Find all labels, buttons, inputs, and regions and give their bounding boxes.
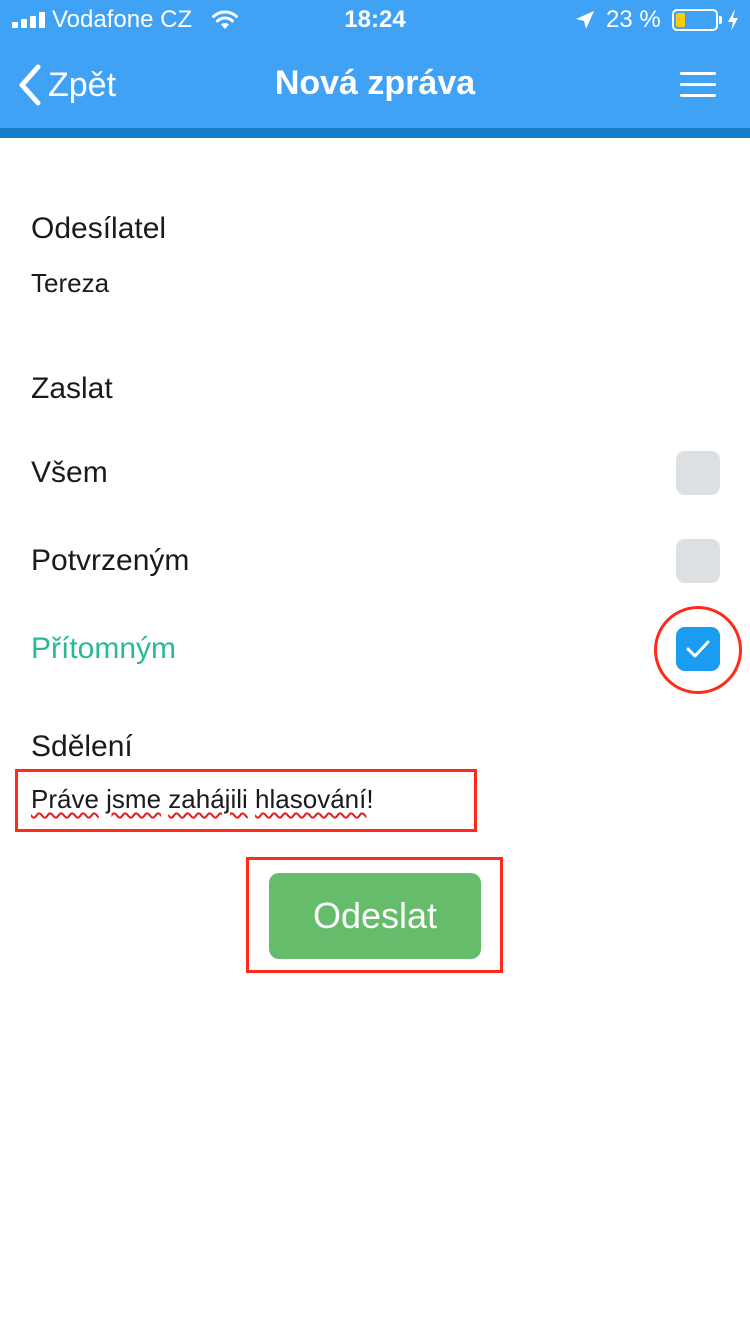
message-space [248,784,255,814]
option-confirmed-label: Potvrzeným [31,544,190,577]
app-header: Vodafone CZ 18:24 23 % Zpět Nová zpráva [0,0,750,138]
option-all-label: Všem [31,456,108,489]
battery-cap [719,16,722,24]
status-bar: Vodafone CZ 18:24 23 % [0,0,750,40]
send-button[interactable]: Odeslat [269,873,481,959]
hamburger-menu-icon[interactable] [676,68,720,102]
checkmark-icon [686,640,710,658]
location-arrow-icon [576,11,594,29]
sender-label: Odesílatel [31,212,167,245]
header-divider [0,128,750,138]
message-punctuation: ! [366,784,374,814]
message-label: Sdělení [31,730,133,763]
message-word: zahájili [168,784,248,814]
message-word: Práve [31,784,99,814]
message-word: jsme [106,784,162,814]
battery-icon [672,9,718,31]
chevron-left-icon [19,64,41,106]
option-present-checkbox[interactable] [676,627,720,671]
sender-value: Tereza [31,268,110,298]
option-confirmed-checkbox[interactable] [676,539,720,583]
option-all-checkbox[interactable] [676,451,720,495]
recipients-label: Zaslat [31,372,113,405]
battery-percent: 23 % [606,6,661,33]
back-label: Zpět [48,65,117,104]
option-present-label: Přítomným [31,632,177,665]
message-word: hlasování [255,784,367,814]
charging-bolt-icon [728,9,738,31]
message-input[interactable]: Práve jsme zahájili hlasování! [31,784,451,820]
back-button[interactable]: Zpět [14,60,116,110]
